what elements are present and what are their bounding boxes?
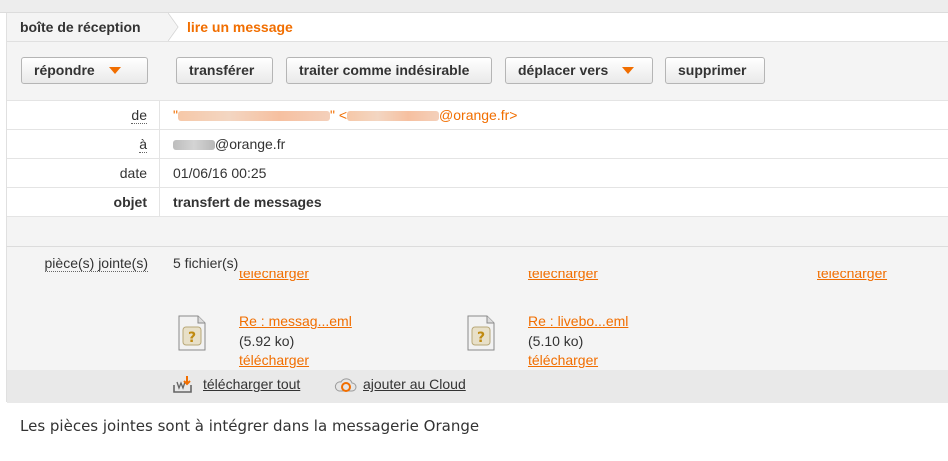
from-label: de	[7, 101, 160, 129]
header-spacer	[7, 216, 948, 246]
redacted-email	[347, 111, 440, 121]
unknown-file-icon[interactable]: ?	[466, 315, 496, 351]
date-value: 01/06/16 00:25	[173, 165, 267, 181]
message-body: Les pièces jointes sont à intégrer dans …	[20, 417, 480, 435]
download-all-icon[interactable]	[172, 375, 194, 395]
chevron-down-icon	[108, 67, 121, 74]
svg-text:?: ?	[188, 330, 196, 346]
breadcrumb-inbox[interactable]: boîte de réception	[7, 13, 167, 41]
breadcrumb: boîte de réception lire un message	[6, 13, 948, 42]
attachments-label: pièce(s) jointe(s)	[44, 255, 148, 272]
chevron-down-icon	[622, 67, 635, 74]
redacted-recipient	[173, 140, 215, 150]
reply-button[interactable]: répondre	[21, 57, 148, 84]
attachments-actions: télécharger tout ajouter au Cloud	[7, 370, 948, 403]
attachments-count: 5 fichier(s)	[173, 255, 239, 271]
to-row: à @orange.fr	[7, 129, 948, 158]
date-label: date	[7, 159, 160, 187]
subject-row: objet transfert de messages	[7, 187, 948, 216]
attachments-list[interactable]: télécharger télécharger télécharger ? Re…	[167, 271, 948, 369]
to-value[interactable]: @orange.fr	[173, 130, 285, 158]
download-link[interactable]: télécharger	[239, 352, 309, 368]
attachments-panel: pièce(s) jointe(s) 5 fichier(s) téléchar…	[6, 246, 948, 403]
attachment-size: (5.92 ko)	[239, 333, 295, 349]
move-to-button[interactable]: déplacer vers	[505, 57, 653, 84]
message-header: de " " < @orange.fr> à @orange.fr date 01/…	[6, 100, 948, 246]
download-link[interactable]: télécharger	[817, 271, 887, 281]
attachment-name[interactable]: Re : livebo...eml	[528, 313, 628, 329]
mark-spam-button[interactable]: traiter comme indésirable	[286, 57, 492, 84]
top-strip	[0, 0, 948, 13]
message-toolbar: répondre transférer traiter comme indési…	[6, 42, 948, 100]
download-link[interactable]: télécharger	[528, 271, 598, 281]
date-row: date 01/06/16 00:25	[7, 158, 948, 187]
download-link[interactable]: télécharger	[528, 352, 598, 368]
reply-button-label: répondre	[34, 62, 95, 78]
forward-button[interactable]: transférer	[176, 57, 273, 84]
redacted-name	[177, 111, 330, 121]
unknown-file-icon[interactable]: ?	[177, 315, 207, 351]
move-to-button-label: déplacer vers	[518, 62, 609, 78]
download-all-link[interactable]: télécharger tout	[203, 376, 300, 392]
subject-value: transfert de messages	[173, 194, 322, 210]
to-label: à	[7, 130, 160, 158]
add-to-cloud-link[interactable]: ajouter au Cloud	[363, 376, 466, 392]
attachment-name[interactable]: Re : messag...eml	[239, 313, 352, 329]
download-link[interactable]: télécharger	[239, 271, 309, 281]
from-row: de " " < @orange.fr>	[7, 100, 948, 129]
breadcrumb-current: lire un message	[187, 19, 293, 35]
svg-text:?: ?	[477, 330, 485, 346]
attachment-size: (5.10 ko)	[528, 333, 584, 349]
breadcrumb-chevron-icon	[167, 13, 179, 41]
delete-button[interactable]: supprimer	[665, 57, 765, 84]
subject-label: objet	[7, 188, 160, 216]
cloud-icon[interactable]	[333, 375, 357, 395]
from-value[interactable]: " " < @orange.fr>	[173, 101, 517, 129]
